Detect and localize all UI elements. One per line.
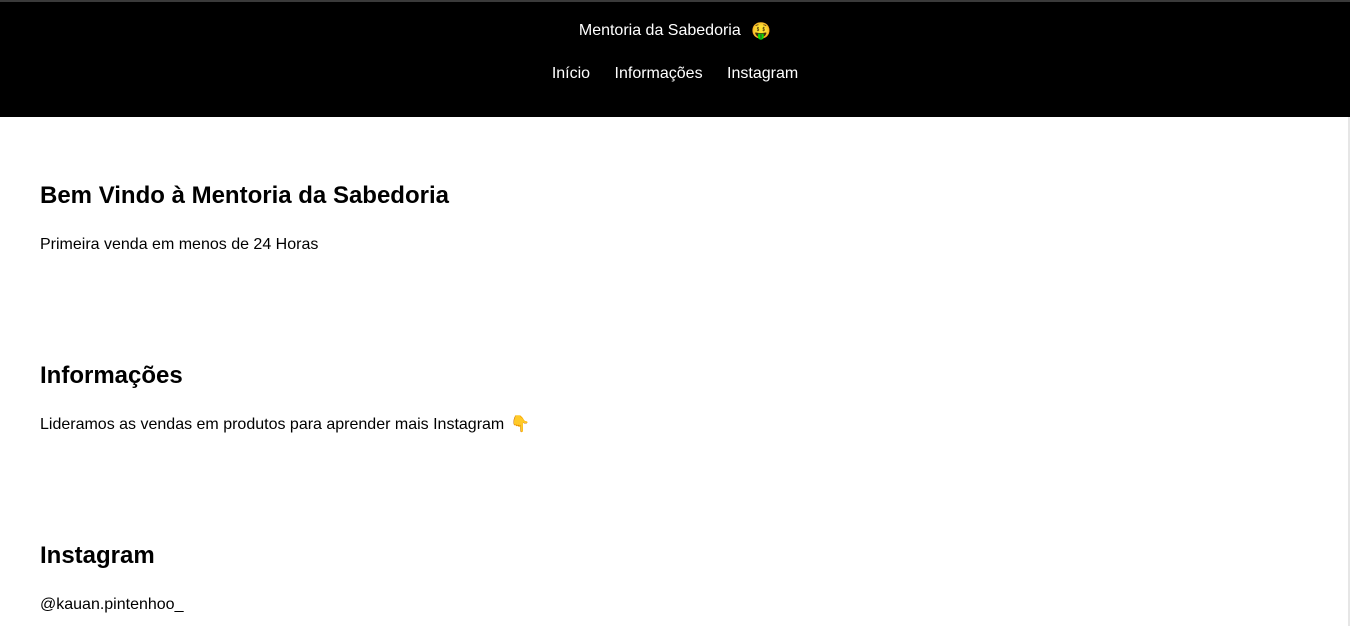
- main-content: Bem Vindo à Mentoria da Sabedoria Primei…: [0, 117, 1350, 626]
- nav-link-inicio[interactable]: Início: [552, 65, 590, 82]
- nav-link-informacoes[interactable]: Informações: [615, 65, 703, 82]
- section-home-text: Primeira venda em menos de 24 Horas: [40, 236, 319, 253]
- section-home-heading: Bem Vindo à Mentoria da Sabedoria: [40, 182, 449, 209]
- nav-link-instagram[interactable]: Instagram: [727, 65, 798, 82]
- site-header: Mentoria da Sabedoria 🤑 Início Informaçõ…: [0, 2, 1350, 117]
- section-info: Informações Lideramos as vendas em produ…: [40, 362, 530, 433]
- section-info-text: Lideramos as vendas em produtos para apr…: [40, 416, 505, 433]
- section-info-heading: Informações: [40, 362, 183, 389]
- pointing-down-icon: 👇: [510, 416, 531, 433]
- money-face-icon: 🤑: [751, 23, 772, 40]
- section-instagram-heading: Instagram: [40, 542, 155, 569]
- site-title-text: Mentoria da Sabedoria: [578, 22, 741, 39]
- section-instagram: Instagram @kauan.pintenhoo_: [40, 542, 183, 613]
- site-title: Mentoria da Sabedoria 🤑: [0, 20, 1350, 43]
- instagram-handle: @kauan.pintenhoo_: [40, 596, 184, 613]
- section-info-paragraph: Lideramos as vendas em produtos para apr…: [40, 415, 530, 435]
- main-nav: Início Informações Instagram: [0, 63, 1350, 85]
- section-home: Bem Vindo à Mentoria da Sabedoria Primei…: [40, 182, 449, 253]
